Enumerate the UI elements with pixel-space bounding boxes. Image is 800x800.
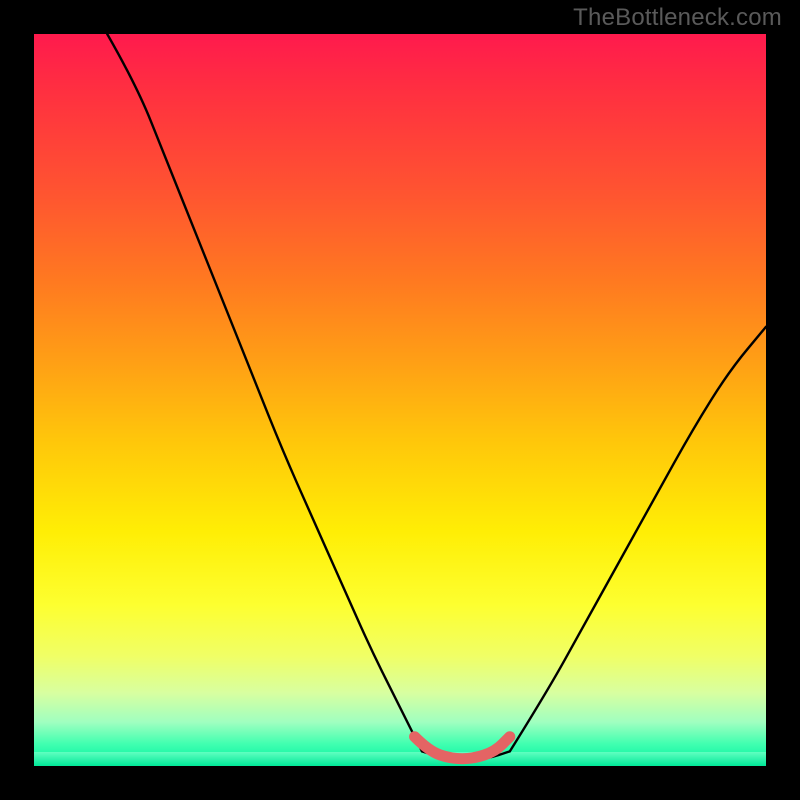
highlighted-minimum [415,737,510,759]
bottleneck-curve-left [107,34,422,751]
watermark-text: TheBottleneck.com [573,4,782,32]
bottleneck-curve-right [510,327,766,752]
curve-overlay [34,34,766,766]
plot-area [34,34,766,766]
chart-container: TheBottleneck.com [0,0,800,800]
